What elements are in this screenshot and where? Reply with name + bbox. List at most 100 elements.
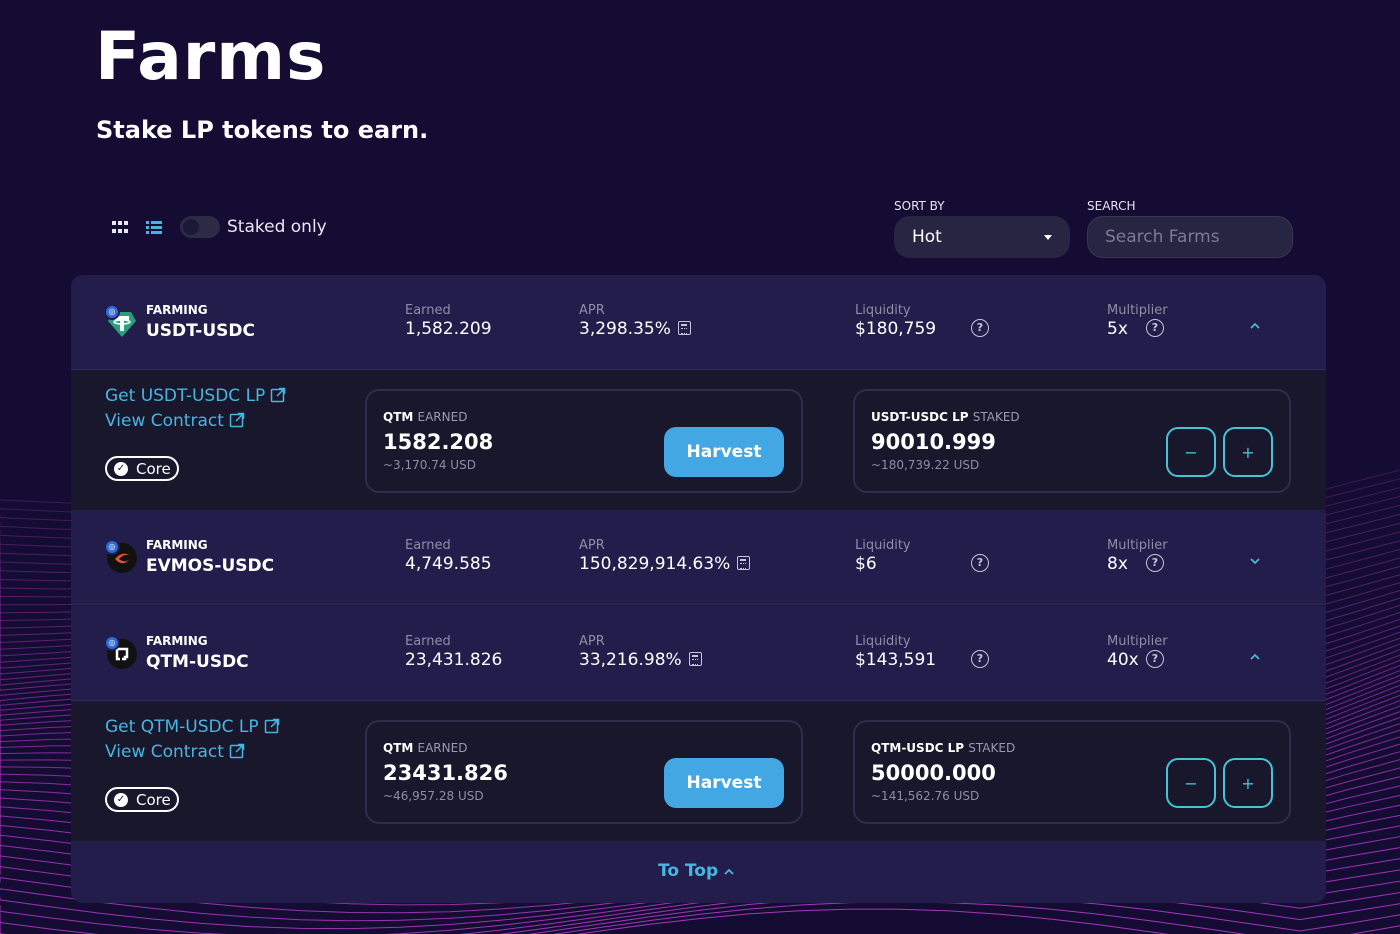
- get-lp-link[interactable]: Get QTM-USDC LP: [105, 717, 280, 737]
- chevron-up-icon: [724, 868, 734, 875]
- apr-value: 150,829,914.63%: [579, 554, 751, 574]
- external-link-icon: [229, 412, 245, 428]
- chevron-down-icon[interactable]: [1249, 552, 1261, 565]
- liquidity-value: $143,591: [855, 650, 937, 670]
- external-link-icon: [271, 387, 286, 403]
- search-label: SEARCH: [1087, 199, 1136, 213]
- pair-name: USDT-USDC: [146, 321, 255, 341]
- apr-value: 33,216.98%: [579, 650, 702, 670]
- farms-table: ◎ FARMING USDT-USDC Earned 1,582.209 APR…: [71, 275, 1326, 903]
- verified-check-icon: ✓: [114, 461, 128, 476]
- earned-label: Earned: [405, 634, 451, 649]
- core-badge: ✓ Core: [105, 456, 179, 481]
- staked-panel: USDT-USDC LP STAKED 90010.999 ~180,739.2…: [853, 389, 1291, 493]
- farming-label: FARMING: [146, 634, 208, 648]
- sort-by-label: SORT BY: [894, 199, 945, 213]
- staked-amount: 90010.999: [871, 430, 996, 454]
- staked-only-label: Staked only: [227, 217, 327, 237]
- verified-check-icon: ✓: [114, 792, 128, 807]
- pair-name: EVMOS-USDC: [146, 556, 275, 576]
- calculator-icon[interactable]: [688, 652, 702, 666]
- calculator-icon[interactable]: [737, 556, 751, 570]
- unstake-button[interactable]: −: [1166, 758, 1216, 808]
- multiplier-label: Multiplier: [1107, 538, 1168, 553]
- staked-panel: QTM-USDC LP STAKED 50000.000 ~141,562.76…: [853, 720, 1291, 824]
- multiplier-help-icon[interactable]: ?: [1146, 554, 1164, 572]
- earned-amount: 1582.208: [383, 430, 494, 454]
- earned-panel: QTM EARNED 23431.826 ~46,957.28 USD Harv…: [365, 720, 803, 824]
- staked-only-toggle[interactable]: [180, 216, 220, 238]
- page-subtitle: Stake LP tokens to earn.: [96, 116, 429, 144]
- earned-value: 4,749.585: [405, 554, 492, 574]
- liquidity-label: Liquidity: [855, 634, 911, 649]
- multiplier-help-icon[interactable]: ?: [1146, 319, 1164, 337]
- chevron-up-icon[interactable]: [1249, 648, 1261, 660]
- liquidity-label: Liquidity: [855, 303, 911, 318]
- to-top-button[interactable]: To Top: [658, 861, 734, 881]
- earned-value: 23,431.826: [405, 650, 503, 670]
- pair-name: QTM-USDC: [146, 652, 249, 672]
- earned-title: QTM EARNED: [383, 410, 468, 424]
- harvest-button[interactable]: Harvest: [664, 758, 784, 808]
- get-lp-link[interactable]: Get USDT-USDC LP: [105, 386, 286, 406]
- earned-label: Earned: [405, 538, 451, 553]
- earned-panel: QTM EARNED 1582.208 ~3,170.74 USD Harves…: [365, 389, 803, 493]
- stake-button[interactable]: +: [1223, 758, 1273, 808]
- apr-value: 3,298.35%: [579, 319, 691, 339]
- farm-row-evmos-usdc[interactable]: ◎ FARMING EVMOS-USDC Earned 4,749.585 AP…: [71, 510, 1326, 605]
- apr-label: APR: [579, 538, 605, 553]
- earned-title: QTM EARNED: [383, 741, 468, 755]
- apr-label: APR: [579, 303, 605, 318]
- multiplier-help-icon[interactable]: ?: [1146, 650, 1164, 668]
- harvest-button[interactable]: Harvest: [664, 427, 784, 477]
- earned-usd: ~3,170.74 USD: [383, 458, 476, 472]
- staked-title: USDT-USDC LP STAKED: [871, 410, 1020, 424]
- search-input[interactable]: [1087, 216, 1293, 258]
- farming-label: FARMING: [146, 303, 208, 317]
- multiplier-label: Multiplier: [1107, 303, 1168, 318]
- liquidity-help-icon[interactable]: ?: [971, 650, 989, 668]
- earned-label: Earned: [405, 303, 451, 318]
- view-contract-link[interactable]: View Contract: [105, 742, 245, 762]
- liquidity-label: Liquidity: [855, 538, 911, 553]
- liquidity-help-icon[interactable]: ?: [971, 554, 989, 572]
- multiplier-value: 5x: [1107, 319, 1128, 339]
- staked-usd: ~141,562.76 USD: [871, 789, 980, 803]
- core-badge: ✓ Core: [105, 787, 179, 812]
- farm-row-qtm-usdc[interactable]: ◎ FARMING QTM-USDC Earned 23,431.826 APR…: [71, 606, 1326, 701]
- multiplier-label: Multiplier: [1107, 634, 1168, 649]
- chevron-up-icon[interactable]: [1249, 317, 1261, 329]
- chain-badge-icon: ◎: [104, 539, 120, 555]
- apr-label: APR: [579, 634, 605, 649]
- external-link-icon: [264, 718, 279, 734]
- liquidity-value: $6: [855, 554, 877, 574]
- list-view-icon[interactable]: [146, 221, 162, 234]
- caret-down-icon: [1044, 234, 1052, 240]
- staked-title: QTM-USDC LP STAKED: [871, 741, 1016, 755]
- farm-details-usdt-usdc: Get USDT-USDC LP View Contract ✓ Core QTM…: [71, 371, 1326, 511]
- staked-amount: 50000.000: [871, 761, 996, 785]
- sort-by-value: Hot: [912, 227, 942, 247]
- earned-usd: ~46,957.28 USD: [383, 789, 484, 803]
- multiplier-value: 8x: [1107, 554, 1128, 574]
- earned-amount: 23431.826: [383, 761, 508, 785]
- farm-row-usdt-usdc[interactable]: ◎ FARMING USDT-USDC Earned 1,582.209 APR…: [71, 275, 1326, 370]
- external-link-icon: [229, 743, 245, 759]
- liquidity-help-icon[interactable]: ?: [971, 319, 989, 337]
- grid-view-icon[interactable]: [112, 221, 128, 234]
- sort-by-select[interactable]: Hot: [894, 216, 1070, 258]
- chain-badge-icon: ◎: [104, 304, 120, 320]
- chain-badge-icon: ◎: [104, 635, 120, 651]
- page-title: Farms: [95, 18, 327, 95]
- farm-details-qtm-usdc: Get QTM-USDC LP View Contract ✓ Core QTM …: [71, 702, 1326, 842]
- to-top-bar: To Top: [71, 841, 1326, 903]
- liquidity-value: $180,759: [855, 319, 937, 339]
- unstake-button[interactable]: −: [1166, 427, 1216, 477]
- calculator-icon[interactable]: [677, 321, 691, 335]
- staked-usd: ~180,739.22 USD: [871, 458, 980, 472]
- farming-label: FARMING: [146, 538, 208, 552]
- view-contract-link[interactable]: View Contract: [105, 411, 245, 431]
- stake-button[interactable]: +: [1223, 427, 1273, 477]
- multiplier-value: 40x: [1107, 650, 1139, 670]
- earned-value: 1,582.209: [405, 319, 492, 339]
